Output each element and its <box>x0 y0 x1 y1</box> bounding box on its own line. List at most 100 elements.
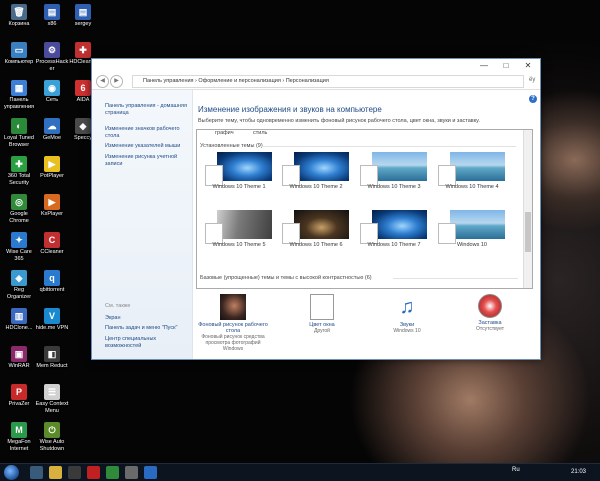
desktop-icon[interactable]: Vhide.me VPN <box>35 308 69 332</box>
theme-tile[interactable]: Windows 10 <box>438 210 506 250</box>
theme-tile[interactable]: Windows 10 Theme 4 <box>438 152 506 192</box>
desktop-icon[interactable]: ◈ Reg Organizer <box>2 270 36 300</box>
computer-icon: ▭ <box>11 42 27 58</box>
explorer-icon[interactable] <box>30 466 43 479</box>
divider <box>261 146 516 147</box>
search-hint[interactable]: ёу <box>529 77 535 83</box>
desktop-icon[interactable]: ◉ Сеть <box>35 80 69 104</box>
personalization-icon[interactable] <box>144 466 157 479</box>
desktop-icon[interactable]: ◧ Mem Reduct <box>35 346 69 370</box>
media-icon[interactable] <box>68 466 81 479</box>
sounds-value: Windows 10 <box>393 328 421 334</box>
installed-themes-header: Установленные темы (9) <box>200 143 263 149</box>
windows-start-icon[interactable] <box>4 465 19 480</box>
scrollbar[interactable] <box>523 130 532 288</box>
window-color-link[interactable]: Цвет окна Другой <box>287 294 357 334</box>
desktop-icon[interactable]: ⚙ ProcessHacker <box>35 42 69 72</box>
desktop-icon[interactable]: ▤ sergey <box>66 4 100 28</box>
sidebar-link-home[interactable]: Панель управления - домашняя страница <box>105 103 190 116</box>
desktop-background-value: Фоновый рисунок средства просмотра фотог… <box>201 334 265 352</box>
desktop-icon[interactable]: ⏻ Wise Auto Shutdown <box>35 422 69 452</box>
screensaver-link[interactable]: Заставка Отсутствует <box>455 294 525 332</box>
desktop-icon[interactable]: C CCleaner <box>35 232 69 256</box>
desktop-icon-label: Сеть <box>45 97 59 103</box>
speccy-icon: ◆ <box>75 118 91 134</box>
back-button[interactable]: ◀ <box>96 75 109 88</box>
help-icon[interactable]: ? <box>529 95 537 103</box>
theme-wallpaper <box>294 210 349 239</box>
desktop-icon[interactable]: M MegaFon Internet <box>2 422 36 452</box>
gemoe-icon: ☁ <box>44 118 60 134</box>
see-also-ease-of-access[interactable]: Центр специальных возможностей <box>105 336 190 349</box>
desktop-icon[interactable]: ◐ Loyal Tuned Browser <box>2 118 36 148</box>
themes-list[interactable]: графич стиль Установленные темы (9) Wind… <box>196 129 533 289</box>
theme-preview <box>372 152 427 181</box>
qbittorrent-icon: q <box>44 270 60 286</box>
desktop-icon[interactable]: ▭ Компьютер <box>2 42 36 66</box>
title-bar[interactable]: — □ ✕ <box>92 59 540 73</box>
opera-icon[interactable] <box>87 466 100 479</box>
chrome-icon[interactable] <box>106 466 119 479</box>
desktop-icon[interactable]: ◎ Google Chrome <box>2 194 36 224</box>
desktop-icon[interactable]: ✦ Wise Care 365 <box>2 232 36 262</box>
desktop-icon[interactable]: ☁ GeMoe <box>35 118 69 142</box>
desktop-background-link[interactable]: Фоновый рисунок рабочего стола Фоновый р… <box>198 294 268 352</box>
user-folder-icon: ▤ <box>75 4 91 20</box>
theme-tile[interactable]: Windows 10 Theme 7 <box>360 210 428 250</box>
desktop-icon[interactable]: ▶ PotPlayer <box>35 156 69 180</box>
desktop-icon[interactable]: 🗑 Корзина <box>2 4 36 28</box>
sidebar-link-mouse-pointers[interactable]: Изменение указателей мыши <box>105 143 190 150</box>
theme-wallpaper <box>450 152 505 181</box>
minimize-button[interactable]: — <box>473 59 495 73</box>
theme-label: Windows 10 Theme 3 <box>367 184 421 190</box>
theme-tile[interactable]: Windows 10 Theme 1 <box>205 152 273 192</box>
address-field[interactable]: Панель управления › Оформление и персона… <box>132 75 524 88</box>
clock[interactable]: 21:03 <box>571 466 586 478</box>
desktop-icon-label: ProcessHacker <box>35 59 69 72</box>
desktop-icon-label: Панель управления <box>4 97 34 110</box>
see-also-display[interactable]: Экран <box>105 315 190 322</box>
desktop-icon-label: KxPlayer <box>40 211 63 217</box>
desktop-icon-label: Reg Organizer <box>6 287 32 300</box>
desktop-icon[interactable]: ▦ Панель управления <box>2 80 36 110</box>
desktop-background-icon <box>220 294 246 320</box>
mem-reduct-icon: ◧ <box>44 346 60 362</box>
potplayer-icon: ▶ <box>44 156 60 172</box>
desktop-icon[interactable]: ▶ KxPlayer <box>35 194 69 218</box>
theme-tile[interactable]: Windows 10 Theme 6 <box>282 210 350 250</box>
desktop-icon-label: Wise Care 365 <box>6 249 32 262</box>
theme-tile[interactable]: Windows 10 Theme 2 <box>282 152 350 192</box>
sidebar-link-desktop-icons[interactable]: Изменение значков рабочего стола <box>105 126 190 139</box>
close-button[interactable]: ✕ <box>517 59 539 73</box>
forward-button[interactable]: ▶ <box>110 75 123 88</box>
desktop-icon[interactable]: ▣ WinRAR <box>2 346 36 370</box>
desktop-icon[interactable]: P PrivaZer <box>2 384 36 408</box>
scrollbar-thumb[interactable] <box>525 212 531 252</box>
desktop-icon[interactable]: ✚ 360 Total Security <box>2 156 36 186</box>
folder-icon[interactable] <box>49 466 62 479</box>
page-subtitle: Выберите тему, чтобы одновременно измени… <box>198 118 480 124</box>
language-indicator[interactable]: Ru <box>512 467 520 473</box>
files-icon[interactable] <box>125 466 138 479</box>
theme-color-swatch <box>282 223 300 244</box>
desktop-icon[interactable]: ☰ Easy Context Menu <box>35 384 69 414</box>
window-color-icon <box>310 294 334 320</box>
maximize-button[interactable]: □ <box>495 59 517 73</box>
sidebar: Панель управления - домашняя страница Из… <box>92 90 193 359</box>
theme-tile[interactable]: Windows 10 Theme 3 <box>360 152 428 192</box>
theme-label: Windows 10 Theme 5 <box>212 242 266 248</box>
winrar-icon: ▣ <box>11 346 27 362</box>
sounds-link[interactable]: ♫ Звуки Windows 10 <box>372 294 442 334</box>
theme-label: Windows 10 Theme 2 <box>289 184 343 190</box>
desktop-icon-label: sergey <box>74 21 92 27</box>
desktop-icon[interactable]: ▤ x86 <box>35 4 69 28</box>
see-also-taskbar[interactable]: Панель задач и меню "Пуск" <box>105 325 190 332</box>
desktop-icon[interactable]: ▥ HDClone... <box>2 308 36 332</box>
see-also-header: См. также <box>105 303 131 309</box>
theme-tile[interactable]: Windows 10 Theme 5 <box>205 210 273 250</box>
divider <box>393 278 518 279</box>
theme-label: Windows 10 Theme 4 <box>445 184 499 190</box>
sidebar-link-account-picture[interactable]: Изменение рисунка учетной записи <box>105 154 190 167</box>
network-icon: ◉ <box>44 80 60 96</box>
desktop-icon[interactable]: q qbittorrent <box>35 270 69 294</box>
